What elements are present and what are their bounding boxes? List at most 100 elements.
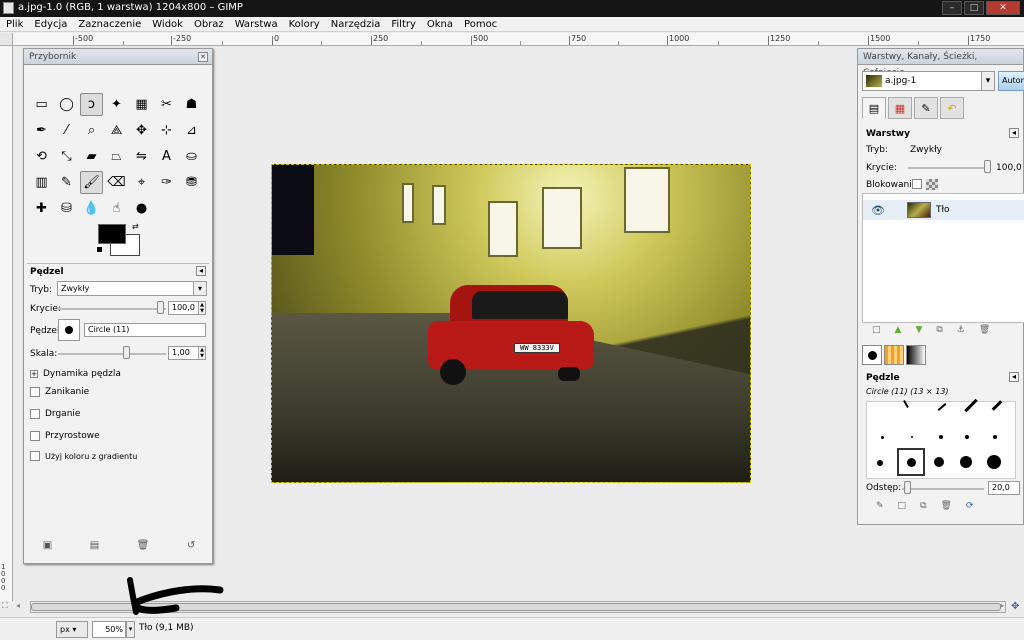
menu-kolory[interactable]: Kolory (289, 19, 320, 30)
anchor-layer-icon[interactable]: ⚓ (957, 325, 965, 335)
scale-slider-knob[interactable] (123, 346, 130, 359)
align-icon[interactable]: ⊹ (155, 119, 178, 142)
menu-okna[interactable]: Okna (427, 19, 453, 30)
zoom-field[interactable]: 50% (92, 621, 126, 638)
unit-select[interactable]: px ▾ (56, 621, 88, 638)
ink-icon[interactable]: ✑ (155, 171, 178, 194)
eye-icon[interactable]: 👁 (871, 204, 885, 217)
tab-gradients-icon[interactable] (906, 345, 926, 365)
delete-options-icon[interactable]: 🗑 (137, 540, 150, 551)
options-menu-icon[interactable]: ◂ (196, 266, 206, 276)
horizontal-ruler[interactable]: -500 -250 0 250 500 750 1000 1250 1500 1… (13, 33, 1024, 46)
brush-item[interactable] (991, 400, 1003, 411)
brush-item[interactable] (877, 460, 883, 466)
color-picker-icon[interactable]: ⁄ (55, 119, 78, 142)
scale-icon[interactable]: ⤡ (55, 145, 78, 168)
flip-icon[interactable]: ⇋ (130, 145, 153, 168)
maximize-button[interactable]: □ (964, 1, 984, 15)
raise-layer-icon[interactable]: ▲ (895, 325, 902, 335)
save-options-icon[interactable]: ▣ (43, 540, 52, 551)
foreground-select-icon[interactable]: ☗ (180, 93, 203, 116)
menu-warstwa[interactable]: Warstwa (235, 19, 278, 30)
dodge-burn-icon[interactable]: ● (130, 197, 153, 220)
blur-icon[interactable]: 💧 (80, 197, 103, 220)
scroll-left-icon[interactable]: ◂ (16, 601, 20, 610)
brush-item[interactable] (907, 458, 916, 467)
menu-pomoc[interactable]: Pomoc (464, 19, 497, 30)
brush-item[interactable] (881, 436, 884, 439)
checkbox-gradient-color[interactable]: Użyj koloru z gradientu (30, 451, 137, 461)
scroll-right-icon[interactable]: ▸ (1000, 601, 1004, 610)
heal-icon[interactable]: ✚ (30, 197, 53, 220)
ellipse-select-icon[interactable]: ◯ (55, 93, 78, 116)
delete-brush-icon[interactable]: 🗑 (941, 501, 952, 511)
scissors-icon[interactable]: ✂ (155, 93, 178, 116)
perspective-clone-icon[interactable]: ⛁ (55, 197, 78, 220)
tab-undo-icon[interactable]: ↶ (940, 97, 964, 119)
opacity-slider[interactable] (58, 308, 166, 310)
refresh-brushes-icon[interactable]: ⟳ (966, 501, 974, 511)
menu-zaznaczenie[interactable]: Zaznaczenie (78, 19, 141, 30)
eraser-icon[interactable]: ⌫ (105, 171, 128, 194)
delete-layer-icon[interactable]: 🗑 (979, 325, 990, 335)
spacing-slider[interactable] (902, 488, 984, 490)
checkbox[interactable] (30, 409, 40, 419)
canvas-image[interactable]: WW 8333V (271, 164, 751, 483)
reset-options-icon[interactable]: ↺ (187, 540, 195, 551)
brush-item[interactable] (965, 435, 969, 439)
brush-item[interactable] (937, 403, 947, 411)
free-select-icon[interactable]: ↄ (80, 93, 103, 116)
spin-arrows-icon[interactable]: ▲ ▼ (198, 347, 205, 359)
edit-brush-icon[interactable]: ✎ (876, 501, 884, 511)
checkbox-jitter[interactable]: Drganie (30, 409, 80, 419)
airbrush-icon[interactable]: ⌖ (130, 171, 153, 194)
scale-spinbox[interactable]: 1,00 ▲ ▼ (168, 346, 206, 360)
opacity-slider-knob[interactable] (157, 301, 164, 314)
duplicate-layer-icon[interactable]: ⧉ (936, 325, 942, 335)
brush-item[interactable] (911, 436, 913, 438)
tab-layers-icon[interactable]: ▤ (862, 97, 886, 119)
dock-close-icon[interactable]: ✕ (198, 52, 208, 62)
spin-arrows-icon[interactable]: ▲ ▼ (198, 302, 205, 314)
perspective-icon[interactable]: ⏢ (105, 145, 128, 168)
checkbox[interactable] (30, 431, 40, 441)
paintbrush-icon[interactable]: 🖌 (80, 171, 103, 194)
new-layer-icon[interactable]: □ (872, 325, 881, 335)
options-menu-icon[interactable]: ◂ (1009, 128, 1019, 138)
crop-icon[interactable]: ⊿ (180, 119, 203, 142)
brush-grid[interactable] (866, 398, 1016, 479)
chevron-down-icon[interactable]: ▾ (126, 621, 135, 638)
default-colors-icon[interactable] (96, 246, 103, 253)
bucket-fill-icon[interactable]: ⛀ (180, 145, 203, 168)
close-button[interactable]: ✕ (986, 1, 1020, 15)
clone-icon[interactable]: ⛃ (180, 171, 203, 194)
menu-filtry[interactable]: Filtry (391, 19, 416, 30)
color-selector[interactable]: ⇄ (96, 222, 144, 258)
brush-name-field[interactable]: Circle (11) (84, 323, 206, 337)
menu-obraz[interactable]: Obraz (194, 19, 224, 30)
brush-item[interactable] (934, 457, 944, 467)
lower-layer-icon[interactable]: ▼ (915, 325, 922, 335)
dynamics-expander[interactable]: + Dynamika pędzla (30, 369, 121, 379)
layer-opacity-value[interactable]: 100,0 (996, 163, 1022, 173)
layer-row[interactable]: 👁 Tło (863, 200, 1024, 220)
layer-mode-value[interactable]: Zwykły (910, 145, 942, 155)
brush-preview-button[interactable] (58, 319, 80, 341)
tab-patterns-icon[interactable] (884, 345, 904, 365)
foreground-color-swatch[interactable] (98, 224, 126, 244)
paths-icon[interactable]: ✒ (30, 119, 53, 142)
menu-edycja[interactable]: Edycja (34, 19, 67, 30)
text-icon[interactable]: A (155, 145, 178, 168)
image-select[interactable]: a.jpg-1 ▾ (862, 71, 995, 91)
menu-widok[interactable]: Widok (152, 19, 183, 30)
tab-brushes-icon[interactable] (862, 345, 882, 365)
brush-item[interactable] (960, 456, 972, 468)
menu-narzedzia[interactable]: Narzędzia (331, 19, 381, 30)
tab-paths-icon[interactable]: ✎ (914, 97, 938, 119)
mode-select[interactable]: Zwykły ▾ (57, 281, 207, 296)
opacity-spinbox[interactable]: 100,0 ▲ ▼ (168, 301, 206, 315)
rect-select-icon[interactable]: ▭ (30, 93, 53, 116)
brush-item[interactable] (993, 435, 997, 439)
swap-colors-icon[interactable]: ⇄ (132, 222, 139, 231)
brush-item[interactable] (939, 435, 943, 439)
